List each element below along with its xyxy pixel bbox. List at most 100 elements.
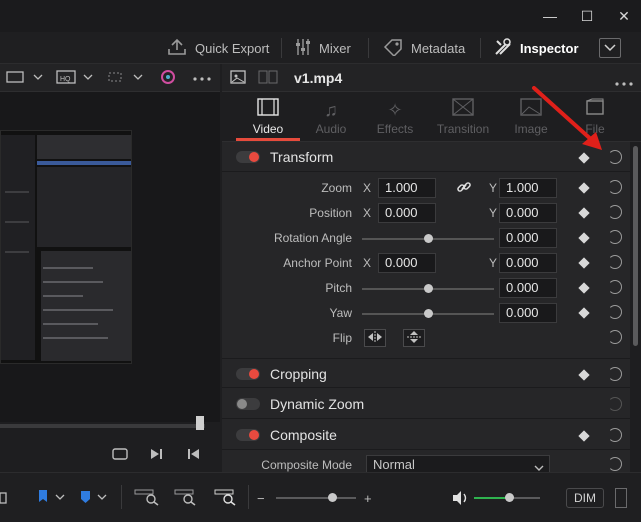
metadata-button[interactable]: Metadata [383, 32, 465, 64]
composite-title: Composite [270, 427, 337, 443]
panel-menu-button[interactable] [599, 38, 621, 58]
yaw-field[interactable]: 0.000 [499, 303, 557, 323]
flip-vertical-button[interactable] [403, 329, 425, 347]
keyframe-icon[interactable] [578, 369, 590, 381]
reset-icon[interactable] [608, 397, 622, 411]
anchor-x-field[interactable]: 0.000 [378, 253, 436, 273]
skip-forward-icon [148, 449, 164, 465]
scrubber-playhead[interactable] [196, 416, 204, 430]
color-wheel-icon [160, 69, 176, 88]
inspector-button[interactable]: Inspector [494, 32, 579, 64]
dynamic-zoom-toggle[interactable] [236, 398, 260, 410]
volume-track[interactable] [510, 497, 540, 499]
tab-transition[interactable]: Transition [431, 92, 495, 142]
more-dots-icon [192, 71, 212, 85]
reset-icon[interactable] [608, 330, 622, 344]
cropping-toggle[interactable] [236, 368, 260, 380]
next-clip-button[interactable] [146, 446, 166, 464]
timeline-zoom-knob[interactable] [328, 493, 337, 502]
zoom-y-axis-label: Y [489, 181, 498, 195]
dynamic-zoom-title: Dynamic Zoom [270, 396, 365, 412]
prev-clip-button[interactable] [184, 446, 204, 464]
marker-dropdown[interactable] [78, 489, 110, 507]
keyframe-icon[interactable] [578, 307, 590, 319]
transform-section-header[interactable]: Transform [222, 142, 630, 172]
flip-horizontal-button[interactable] [364, 329, 386, 347]
volume-knob[interactable] [505, 493, 514, 502]
flag-icon [36, 489, 68, 508]
flag-dropdown[interactable] [36, 489, 68, 507]
zoom-x-field[interactable]: 1.000 [378, 178, 436, 198]
custom-zoom-button[interactable] [214, 489, 240, 507]
more-dots-icon[interactable] [614, 75, 634, 90]
link-icon[interactable] [456, 179, 472, 198]
reset-icon[interactable] [608, 205, 622, 219]
keyframe-icon[interactable] [578, 152, 590, 164]
audio-meter-icon[interactable] [615, 488, 627, 508]
keyframe-icon[interactable] [578, 257, 590, 269]
keyframe-icon[interactable] [578, 282, 590, 294]
rotation-slider-knob[interactable] [424, 234, 433, 243]
composite-section-header[interactable]: Composite [222, 420, 630, 450]
keyframe-icon[interactable] [578, 232, 590, 244]
keyframe-icon[interactable] [578, 207, 590, 219]
tab-video[interactable]: Video [236, 92, 300, 142]
reset-icon[interactable] [608, 280, 622, 294]
reset-icon[interactable] [608, 255, 622, 269]
transform-toggle[interactable] [236, 151, 260, 163]
reset-icon[interactable] [608, 180, 622, 194]
reset-icon[interactable] [608, 305, 622, 319]
tab-image[interactable]: Image [499, 92, 563, 142]
viewer-size-dropdown[interactable] [6, 68, 46, 88]
reset-icon[interactable] [608, 457, 622, 471]
split-view-icon[interactable] [258, 69, 278, 88]
minimize-button[interactable]: — [540, 6, 560, 26]
viewer-scrubber[interactable] [0, 424, 205, 428]
pitch-field[interactable]: 0.000 [499, 278, 557, 298]
keyframe-icon[interactable] [578, 430, 590, 442]
title-bar: — ☐ ✕ [0, 0, 641, 32]
flip-label: Flip [332, 331, 352, 345]
zoom-in-button[interactable]: + [364, 489, 372, 507]
keyframe-icon[interactable] [578, 182, 590, 194]
anchor-y-field[interactable]: 0.000 [499, 253, 557, 273]
viewer-panel[interactable] [0, 92, 220, 422]
dynamic-zoom-section-header[interactable]: Dynamic Zoom [222, 389, 630, 419]
cropping-section-header[interactable]: Cropping [222, 358, 630, 388]
timeline-zoom-slider[interactable] [276, 497, 356, 499]
reset-icon[interactable] [608, 150, 622, 164]
composite-toggle[interactable] [236, 429, 260, 441]
pitch-slider-knob[interactable] [424, 284, 433, 293]
rotation-angle-field[interactable]: 0.000 [499, 228, 557, 248]
mixer-button[interactable]: Mixer [295, 32, 351, 64]
hq-icon: HQ [56, 69, 96, 87]
single-view-icon[interactable] [230, 69, 246, 88]
quick-export-button[interactable]: Quick Export [167, 32, 269, 64]
zoom-out-button[interactable]: − [257, 489, 265, 507]
playback-quality-dropdown[interactable]: HQ [56, 68, 96, 88]
loop-button[interactable] [110, 446, 130, 464]
position-y-field[interactable]: 0.000 [499, 203, 557, 223]
composite-mode-select[interactable]: Normal [366, 455, 550, 472]
maximize-button[interactable]: ☐ [577, 6, 597, 26]
tab-effects[interactable]: ✧ Effects [363, 92, 427, 142]
cropping-title: Cropping [270, 366, 327, 382]
color-wheel-button[interactable] [160, 68, 176, 88]
reset-icon[interactable] [608, 367, 622, 381]
close-button[interactable]: ✕ [614, 6, 634, 26]
full-extent-zoom-button[interactable] [134, 489, 160, 507]
tab-audio[interactable]: ♫ Audio [299, 92, 363, 142]
zoom-y-field[interactable]: 1.000 [499, 178, 557, 198]
reset-icon[interactable] [608, 230, 622, 244]
position-x-field[interactable]: 0.000 [378, 203, 436, 223]
clip-edge-icon[interactable] [0, 489, 8, 507]
yaw-slider-knob[interactable] [424, 309, 433, 318]
dim-button[interactable]: DIM [566, 488, 604, 508]
tab-file[interactable]: File [563, 92, 627, 142]
transform-overlay-dropdown[interactable] [106, 68, 146, 88]
scrollbar-thumb[interactable] [633, 146, 638, 346]
reset-icon[interactable] [608, 428, 622, 442]
speaker-icon[interactable] [451, 489, 469, 507]
detail-zoom-button[interactable] [174, 489, 200, 507]
viewer-options-button[interactable] [192, 68, 212, 88]
